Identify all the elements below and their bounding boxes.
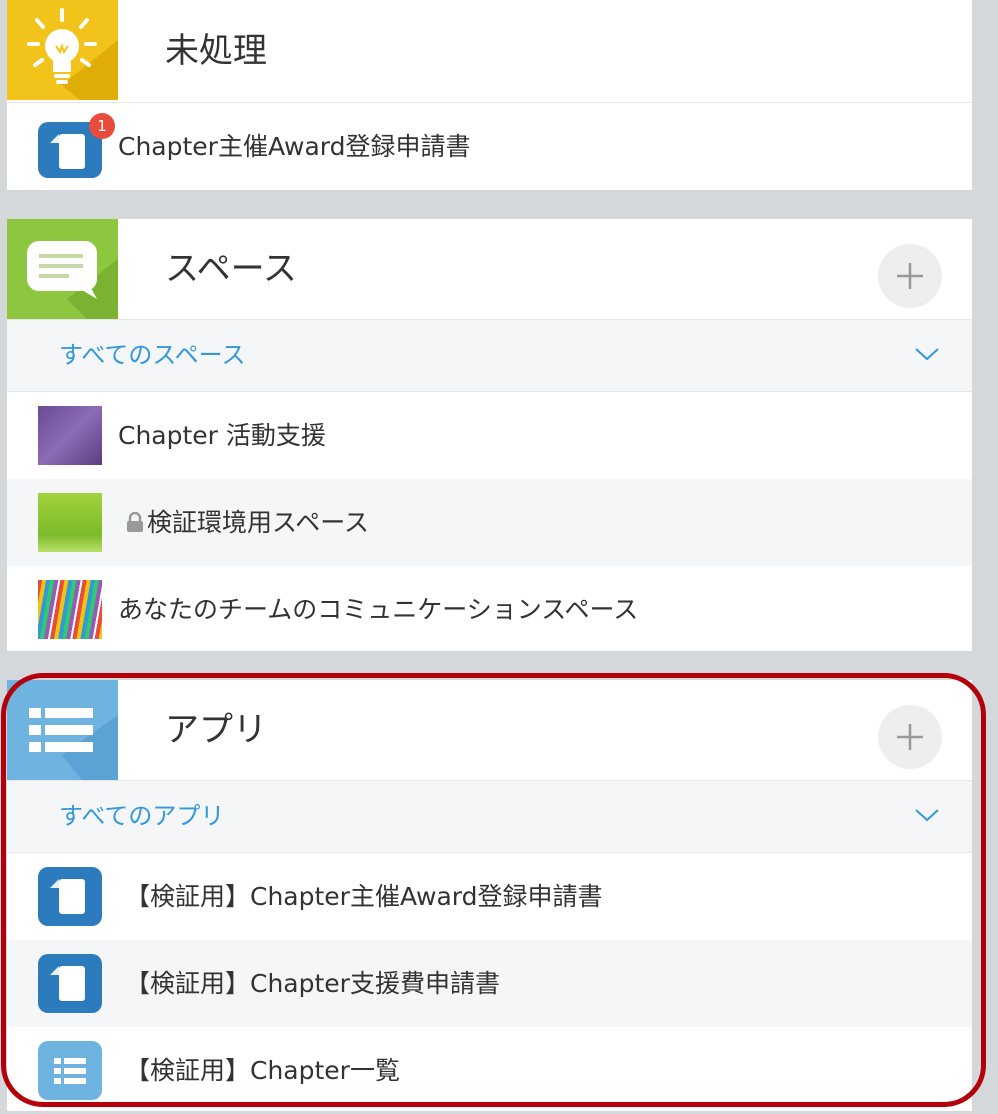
list-item-label: Chapter主催Award登録申請書 — [118, 132, 471, 161]
unprocessed-title: 未処理 — [165, 31, 267, 71]
colored-pencils-thumbnail — [38, 580, 102, 639]
app-item-label: 【検証用】Chapter一覧 — [125, 1056, 400, 1085]
list-item[interactable]: 1 Chapter主催Award登録申請書 — [7, 103, 972, 191]
app-item-label: 【検証用】Chapter主催Award登録申請書 — [125, 882, 603, 911]
space-thumbnail — [38, 493, 102, 552]
app-item-label: 【検証用】Chapter支援費申請書 — [125, 969, 500, 998]
app-list-icon — [7, 680, 118, 780]
space-item-label: Chapter 活動支援 — [118, 421, 326, 450]
lightbulb-icon — [7, 0, 118, 100]
space-thumbnail — [38, 406, 102, 465]
apps-title: アプリ — [165, 710, 267, 750]
spaces-filter-dropdown[interactable]: すべてのスペース — [7, 320, 972, 392]
apps-filter-label: すべてのアプリ — [59, 802, 225, 830]
spaces-header: スペース — [7, 219, 972, 320]
speech-bubble-icon — [7, 219, 118, 319]
apps-panel: アプリ すべてのアプリ 【検証用】Chapter主催Award登録申請書 【検証… — [7, 680, 972, 1111]
space-item[interactable]: 検証環境用スペース — [7, 479, 972, 566]
unprocessed-header: 未処理 — [7, 0, 972, 103]
space-item[interactable]: あなたのチームのコミュニケーションスペース — [7, 566, 972, 653]
space-item-label: 検証環境用スペース — [147, 508, 370, 537]
add-space-button[interactable] — [878, 244, 942, 308]
app-item[interactable]: 【検証用】Chapter一覧 — [7, 1027, 972, 1114]
app-form-icon — [38, 867, 102, 926]
apps-header: アプリ — [7, 680, 972, 781]
app-list-small-icon — [38, 1041, 102, 1100]
plus-icon — [897, 724, 923, 750]
apps-filter-dropdown[interactable]: すべてのアプリ — [7, 781, 972, 853]
plus-icon — [897, 263, 923, 289]
chevron-down-icon — [915, 348, 939, 361]
spaces-title: スペース — [165, 249, 297, 289]
spaces-filter-label: すべてのスペース — [59, 341, 246, 369]
notification-badge: 1 — [89, 113, 115, 139]
space-item[interactable]: Chapter 活動支援 — [7, 392, 972, 479]
chevron-down-icon — [915, 809, 939, 822]
app-item[interactable]: 【検証用】Chapter支援費申請書 — [7, 940, 972, 1027]
add-app-button[interactable] — [878, 705, 942, 769]
space-item-label: あなたのチームのコミュニケーションスペース — [118, 595, 639, 624]
app-item[interactable]: 【検証用】Chapter主催Award登録申請書 — [7, 853, 972, 940]
app-form-icon — [38, 954, 102, 1013]
unprocessed-panel: 未処理 1 Chapter主催Award登録申請書 — [7, 0, 972, 190]
spaces-panel: スペース すべてのスペース Chapter 活動支援 検証環境用スペース あなた… — [7, 219, 972, 651]
lock-icon — [127, 512, 143, 532]
